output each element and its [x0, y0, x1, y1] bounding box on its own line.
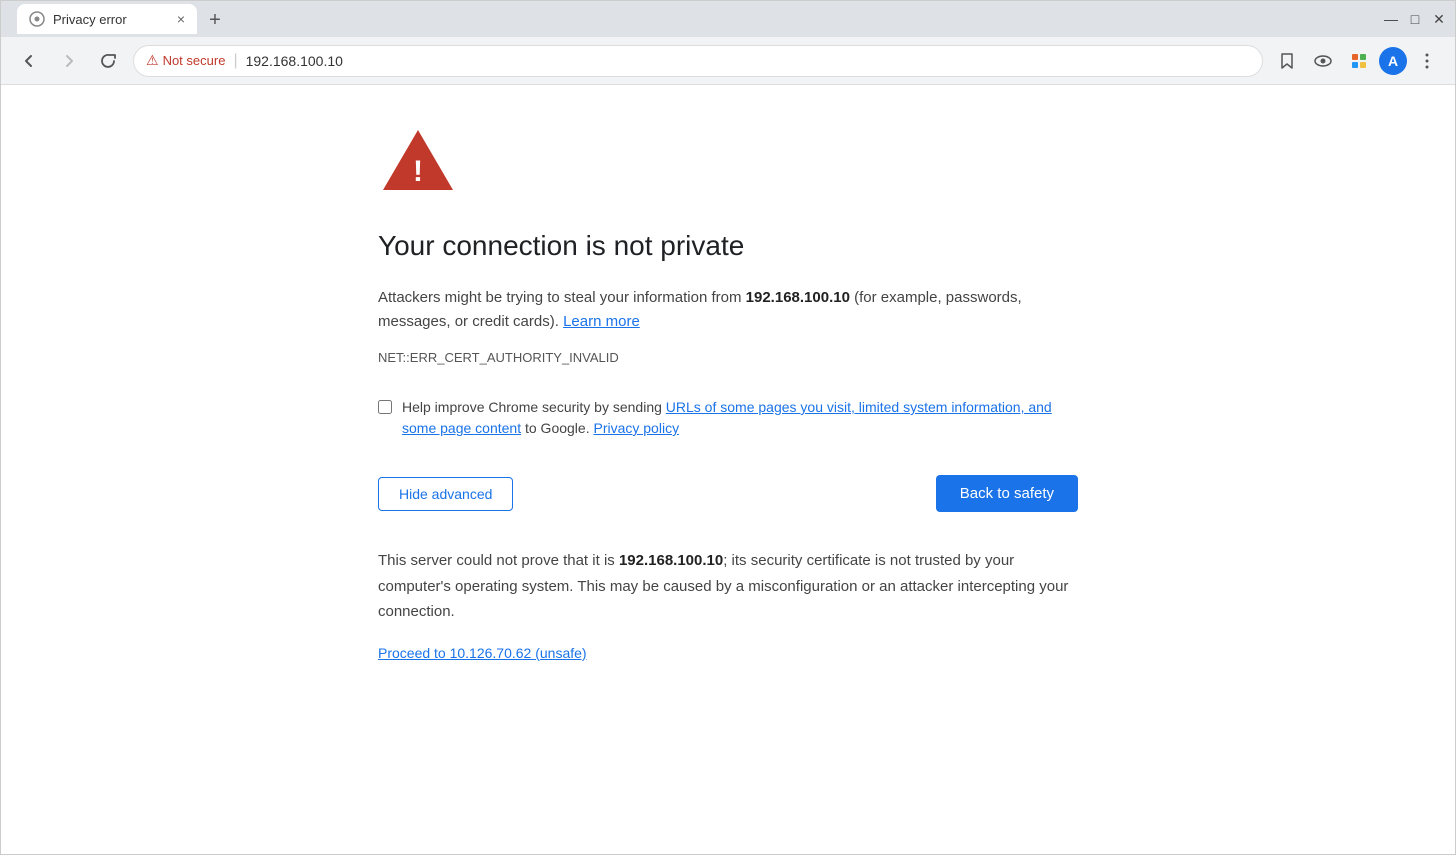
- proceed-link[interactable]: Proceed to 10.126.70.62 (unsafe): [378, 645, 587, 661]
- active-tab[interactable]: Privacy error ×: [17, 4, 197, 34]
- advanced-domain: 192.168.100.10: [619, 552, 723, 569]
- address-bar[interactable]: ⚠ Not secure | 192.168.100.10: [133, 45, 1263, 77]
- description-domain: 192.168.100.10: [746, 289, 850, 306]
- title-bar: Privacy error × + — □ ✕: [1, 1, 1455, 37]
- error-description: Attackers might be trying to steal your …: [378, 286, 1078, 334]
- page-content: ! Your connection is not private Attacke…: [1, 85, 1455, 854]
- nav-bar: ⚠ Not secure | 192.168.100.10: [1, 37, 1455, 85]
- browser-window: Privacy error × + — □ ✕: [0, 0, 1456, 855]
- learn-more-link[interactable]: Learn more: [563, 313, 640, 330]
- advanced-pre: This server could not prove that it is: [378, 552, 619, 569]
- error-container: ! Your connection is not private Attacke…: [358, 125, 1098, 814]
- improve-security-row: Help improve Chrome security by sending …: [378, 397, 1078, 439]
- improve-security-checkbox[interactable]: [378, 400, 392, 414]
- error-title: Your connection is not private: [378, 230, 1078, 262]
- url-display: 192.168.100.10: [246, 53, 343, 69]
- menu-button[interactable]: [1411, 45, 1443, 77]
- eye-icon: [1313, 51, 1333, 71]
- maximize-button[interactable]: □: [1407, 11, 1423, 27]
- button-row: Hide advanced Back to safety: [378, 475, 1078, 512]
- refresh-icon: [100, 52, 118, 70]
- checkbox-post: to Google.: [521, 420, 590, 436]
- error-warning-icon: !: [378, 125, 458, 195]
- not-secure-badge: ⚠ Not secure: [146, 52, 225, 69]
- privacy-policy-link[interactable]: Privacy policy: [593, 420, 679, 436]
- tab-favicon: [29, 11, 45, 27]
- advanced-description: This server could not prove that it is 1…: [378, 548, 1078, 625]
- tab-title: Privacy error: [53, 12, 127, 27]
- forward-button[interactable]: [53, 45, 85, 77]
- profile-button[interactable]: A: [1379, 47, 1407, 75]
- bookmark-button[interactable]: [1271, 45, 1303, 77]
- minimize-button[interactable]: —: [1383, 11, 1399, 27]
- tab-close-button[interactable]: ×: [177, 11, 185, 27]
- checkbox-label: Help improve Chrome security by sending …: [402, 397, 1078, 439]
- tab-bar: Privacy error × +: [9, 4, 1383, 34]
- svg-text:!: !: [413, 155, 423, 188]
- hide-advanced-button[interactable]: Hide advanced: [378, 477, 513, 511]
- description-pre: Attackers might be trying to steal your …: [378, 289, 746, 306]
- address-separator: |: [233, 52, 237, 70]
- back-icon: [20, 52, 38, 70]
- warning-triangle-icon: ⚠: [146, 52, 159, 69]
- puzzle-icon: [1349, 51, 1369, 71]
- more-menu-icon: [1418, 52, 1436, 70]
- checkbox-pre: Help improve Chrome security by sending: [402, 399, 666, 415]
- extension-icon-2[interactable]: [1343, 45, 1375, 77]
- new-tab-button[interactable]: +: [201, 6, 229, 34]
- back-to-safety-button[interactable]: Back to safety: [936, 475, 1078, 512]
- extension-icon-1[interactable]: [1307, 45, 1339, 77]
- bookmark-icon: [1278, 52, 1296, 70]
- toolbar-right: A: [1271, 45, 1443, 77]
- refresh-button[interactable]: [93, 45, 125, 77]
- back-button[interactable]: [13, 45, 45, 77]
- forward-icon: [60, 52, 78, 70]
- not-secure-label: Not secure: [163, 53, 226, 68]
- close-window-button[interactable]: ✕: [1431, 11, 1447, 27]
- window-controls: — □ ✕: [1383, 11, 1447, 27]
- error-code: NET::ERR_CERT_AUTHORITY_INVALID: [378, 350, 1078, 365]
